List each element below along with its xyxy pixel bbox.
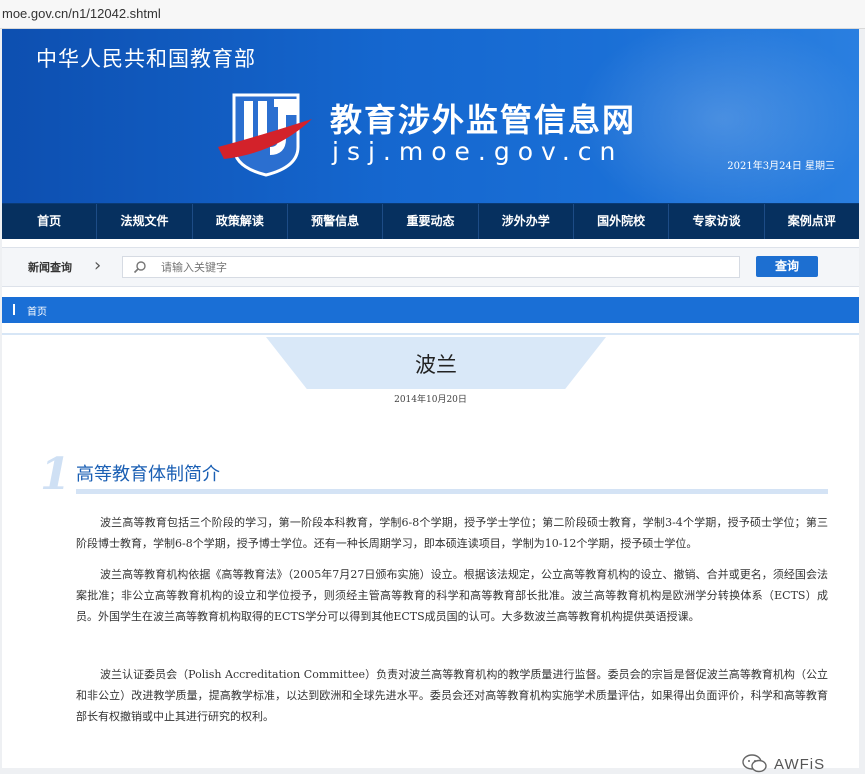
nav-foreign-institutions[interactable]: 国外院校: [574, 204, 670, 239]
site-domain: jsj.moe.gov.cn: [332, 137, 624, 166]
nav-regulations[interactable]: 法规文件: [97, 204, 193, 239]
url-text: moe.gov.cn/n1/12042.shtml: [2, 6, 161, 21]
site-logo-icon: [218, 93, 312, 177]
nav-case-reviews[interactable]: 案例点评: [765, 204, 859, 239]
nav-alerts[interactable]: 预警信息: [288, 204, 384, 239]
search-label: 新闻查询: [28, 261, 72, 274]
nav-home[interactable]: 首页: [2, 204, 98, 239]
address-bar[interactable]: moe.gov.cn/n1/12042.shtml: [0, 0, 865, 29]
search-icon: [133, 261, 146, 274]
wechat-icon: [742, 754, 767, 773]
article-paragraph: 波兰高等教育机构依据《高等教育法》（2005年7月27日颁布实施）设立。根据该法…: [76, 568, 828, 623]
search-input[interactable]: [159, 258, 733, 276]
section-underline: [76, 489, 828, 494]
article-paragraph: 波兰高等教育包括三个阶段的学习，第一阶段本科教育，学制6-8个学期，授予学士学位…: [76, 516, 828, 550]
section-title: 高等教育体制简介: [76, 464, 220, 485]
search-button[interactable]: 查询: [756, 256, 818, 277]
search-box[interactable]: [122, 256, 740, 278]
nav-news[interactable]: 重要动态: [383, 204, 479, 239]
current-date: 2021年3月24日 星期三: [727, 161, 835, 172]
breadcrumb: 首页: [2, 297, 859, 323]
page: 中华人民共和国教育部 教育涉外监管信息网 jsj.moe.gov.cn 2021…: [2, 29, 859, 773]
watermark: AWFiS: [742, 754, 825, 774]
nav-expert-interviews[interactable]: 专家访谈: [669, 204, 765, 239]
chevron-right-icon: ›: [94, 255, 102, 276]
site-title: 教育涉外监管信息网: [330, 101, 637, 139]
site-banner: 中华人民共和国教育部 教育涉外监管信息网 jsj.moe.gov.cn 2021…: [2, 29, 859, 203]
nav-policy[interactable]: 政策解读: [193, 204, 288, 239]
article-title: 波兰: [415, 353, 457, 377]
article-divider: [2, 333, 859, 335]
main-nav: 首页 法规文件 政策解读 预警信息 重要动态 涉外办学 国外院校 专家访谈 案例…: [2, 203, 859, 239]
breadcrumb-home-link[interactable]: 首页: [27, 303, 47, 318]
search-bar: 新闻查询 › 查询: [2, 247, 859, 287]
nav-foreign-programs[interactable]: 涉外办学: [479, 204, 574, 239]
article-date: 2014年10月20日: [394, 395, 467, 405]
ministry-name: 中华人民共和国教育部: [36, 47, 256, 71]
watermark-text: AWFiS: [774, 755, 826, 773]
section-number: 1: [40, 449, 71, 500]
article-title-tab: 波兰: [266, 337, 606, 389]
article-paragraph: 波兰认证委员会（Polish Accreditation Committee）负…: [76, 668, 828, 723]
breadcrumb-marker: [13, 304, 15, 315]
